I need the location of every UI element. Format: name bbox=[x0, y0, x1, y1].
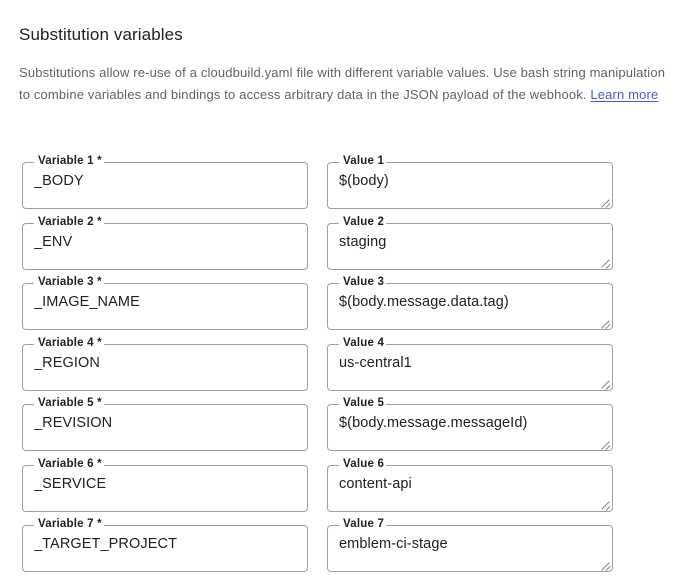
section-description: Substitutions allow re-use of a cloudbui… bbox=[19, 62, 674, 105]
variable-name-input[interactable]: _SERVICE bbox=[34, 474, 296, 494]
value-field-label: Value 6 bbox=[341, 457, 387, 471]
resize-handle-icon[interactable] bbox=[599, 316, 611, 329]
value-field-label: Value 7 bbox=[341, 518, 387, 531]
variable-field-1[interactable]: Variable 1 * _BODY bbox=[22, 155, 308, 209]
substitution-row: Variable 4 * _REGION Value 4 us-central1 bbox=[0, 336, 700, 398]
value-field-6[interactable]: Value 6 content-api bbox=[327, 457, 613, 512]
value-textarea[interactable]: $(body) bbox=[339, 171, 601, 191]
substitution-row: Variable 5 * _REVISION Value 5 $(body.messa… bbox=[0, 397, 700, 458]
resize-handle-icon[interactable] bbox=[599, 195, 611, 208]
variable-name-input[interactable]: _BODY bbox=[34, 171, 296, 191]
variable-name-input[interactable]: _IMAGE_NAME bbox=[34, 292, 296, 312]
variable-name-input[interactable]: _REGION bbox=[34, 353, 296, 373]
variable-field-label: Variable 3 * bbox=[36, 276, 104, 289]
variable-name-input[interactable]: _TARGET_PROJECT bbox=[34, 534, 296, 554]
value-textarea[interactable]: content-api bbox=[339, 474, 601, 494]
value-field-label: Value 4 bbox=[341, 336, 387, 350]
value-textarea[interactable]: us-central1 bbox=[339, 353, 601, 373]
variable-field-label: Variable 6 * bbox=[36, 457, 104, 471]
variable-field-label: Variable 1 * bbox=[36, 155, 104, 168]
value-field-label: Value 2 bbox=[341, 215, 387, 229]
description-text: Substitutions allow re-use of a cloudbui… bbox=[19, 65, 666, 102]
variable-field-5[interactable]: Variable 5 * _REVISION bbox=[22, 397, 308, 451]
variable-field-label: Variable 4 * bbox=[36, 336, 104, 350]
substitution-variables-form: Variable 1 * _BODY Value 1 $(body) Variable … bbox=[0, 155, 700, 579]
resize-handle-icon[interactable] bbox=[599, 256, 611, 269]
variable-field-6[interactable]: Variable 6 * _SERVICE bbox=[22, 457, 308, 512]
substitution-row: Variable 1 * _BODY Value 1 $(body) bbox=[0, 155, 700, 216]
value-field-3[interactable]: Value 3 $(body.message.data.tag) bbox=[327, 276, 613, 330]
value-textarea[interactable]: emblem-ci-stage bbox=[339, 534, 601, 554]
value-field-label: Value 1 bbox=[341, 155, 387, 168]
value-field-1[interactable]: Value 1 $(body) bbox=[327, 155, 613, 209]
variable-field-3[interactable]: Variable 3 * _IMAGE_NAME bbox=[22, 276, 308, 330]
value-field-label: Value 5 bbox=[341, 397, 387, 410]
value-field-5[interactable]: Value 5 $(body.message.messageId) bbox=[327, 397, 613, 451]
variable-name-input[interactable]: _ENV bbox=[34, 232, 296, 252]
substitution-variables-panel: Substitution variables Substitutions all… bbox=[0, 0, 700, 584]
resize-handle-icon[interactable] bbox=[599, 437, 611, 450]
value-field-label: Value 3 bbox=[341, 276, 387, 289]
substitution-row: Variable 7 * _TARGET_PROJECT Value 7 emblem… bbox=[0, 518, 700, 579]
value-field-7[interactable]: Value 7 emblem-ci-stage bbox=[327, 518, 613, 572]
variable-field-label: Variable 2 * bbox=[36, 215, 104, 229]
value-textarea[interactable]: $(body.message.messageId) bbox=[339, 413, 601, 433]
variable-name-input[interactable]: _REVISION bbox=[34, 413, 296, 433]
substitution-row: Variable 3 * _IMAGE_NAME Value 3 $(body.mes… bbox=[0, 276, 700, 337]
substitution-row: Variable 6 * _SERVICE Value 6 content-api bbox=[0, 457, 700, 519]
variable-field-label: Variable 7 * bbox=[36, 518, 104, 531]
resize-handle-icon[interactable] bbox=[599, 498, 611, 511]
variable-field-7[interactable]: Variable 7 * _TARGET_PROJECT bbox=[22, 518, 308, 572]
variable-field-label: Variable 5 * bbox=[36, 397, 104, 410]
resize-handle-icon[interactable] bbox=[599, 558, 611, 571]
variable-field-4[interactable]: Variable 4 * _REGION bbox=[22, 336, 308, 391]
value-field-4[interactable]: Value 4 us-central1 bbox=[327, 336, 613, 391]
value-field-2[interactable]: Value 2 staging bbox=[327, 215, 613, 270]
variable-field-2[interactable]: Variable 2 * _ENV bbox=[22, 215, 308, 270]
learn-more-link[interactable]: Learn more bbox=[590, 87, 658, 102]
value-textarea[interactable]: staging bbox=[339, 232, 601, 252]
substitution-row: Variable 2 * _ENV Value 2 staging bbox=[0, 215, 700, 277]
value-textarea[interactable]: $(body.message.data.tag) bbox=[339, 292, 601, 312]
resize-handle-icon[interactable] bbox=[599, 377, 611, 390]
page-title: Substitution variables bbox=[19, 25, 183, 44]
